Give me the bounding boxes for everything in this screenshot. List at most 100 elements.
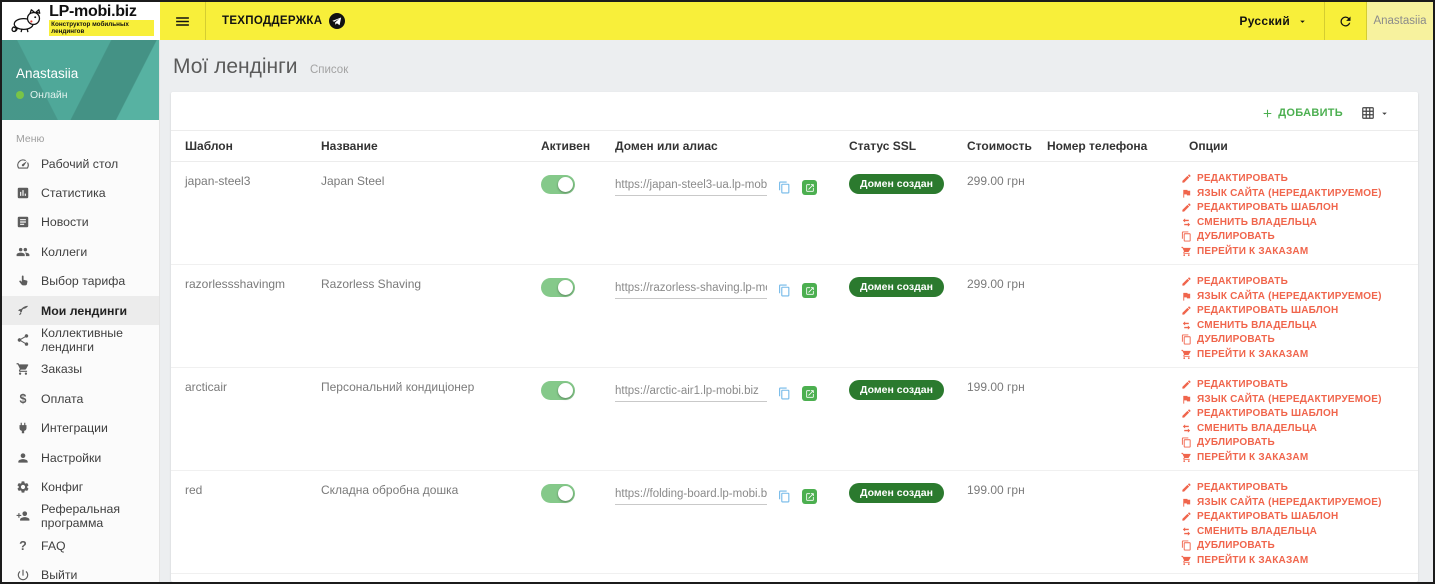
launch-icon (805, 183, 814, 192)
sidebar-item-my-landings[interactable]: Мои лендинги (2, 295, 159, 326)
sidebar-item-colleagues[interactable]: Коллеги (2, 237, 159, 266)
domain-cell (607, 368, 841, 402)
options-cell: РЕДАКТИРОВАТЬ ЯЗЫК САЙТА (НЕРЕДАКТИРУЕМОЕ… (1181, 162, 1410, 257)
phone-cell (1039, 265, 1181, 277)
option-link[interactable]: РЕДАКТИРОВАТЬ (1181, 173, 1410, 184)
template-cell: red (185, 483, 203, 497)
column-header: Домен или алиас (615, 139, 718, 153)
option-link[interactable]: РЕДАКТИРОВАТЬ ШАБЛОН (1181, 408, 1410, 419)
sidebar-item-label: Выбор тарифа (41, 274, 126, 289)
add-landing-button[interactable]: ДОБАВИТЬ (1261, 107, 1343, 120)
domain-input[interactable] (615, 488, 767, 505)
sidebar-item-desktop[interactable]: Рабочий стол (2, 149, 159, 178)
domain-input[interactable] (615, 179, 767, 196)
option-link[interactable]: ЯЗЫК САЙТА (НЕРЕДАКТИРУЕМОЕ) (1181, 291, 1410, 302)
option-link[interactable]: СМЕНИТЬ ВЛАДЕЛЬЦА (1181, 217, 1410, 228)
option-link[interactable]: ПЕРЕЙТИ К ЗАКАЗАМ (1181, 555, 1410, 566)
option-link[interactable]: ПЕРЕЙТИ К ЗАКАЗАМ (1181, 452, 1410, 463)
menu-toggle-button[interactable] (160, 2, 205, 40)
domain-cell (607, 471, 841, 505)
open-landing-button[interactable] (802, 283, 817, 298)
option-link[interactable]: ДУБЛИРОВАТЬ (1181, 231, 1410, 242)
sidebar-item-tariff[interactable]: Выбор тарифа (2, 267, 159, 296)
sidebar-item-label: Коллективные лендинги (41, 326, 123, 355)
sidebar-item-integrations[interactable]: Интеграции (2, 414, 159, 443)
language-dropdown[interactable]: Русский (1223, 2, 1324, 40)
sidebar-item-label: Оплата (41, 391, 84, 406)
option-link[interactable]: СМЕНИТЬ ВЛАДЕЛЬЦА (1181, 526, 1410, 537)
active-toggle[interactable] (541, 484, 575, 503)
support-button[interactable]: ТЕХПОДДЕРЖКА (206, 2, 361, 40)
option-link[interactable]: ДУБЛИРОВАТЬ (1181, 334, 1410, 345)
card-toolbar: ДОБАВИТЬ (171, 92, 1418, 130)
option-link[interactable]: РЕДАКТИРОВАТЬ ШАБЛОН (1181, 305, 1410, 316)
add-landing-label: ДОБАВИТЬ (1278, 107, 1343, 119)
sidebar-item-label: Новости (41, 215, 89, 230)
option-link[interactable]: РЕДАКТИРОВАТЬ ШАБЛОН (1181, 511, 1410, 522)
logo[interactable]: LP-mobi.biz Конструктор мобильных лендин… (2, 2, 160, 40)
copy-domain-button[interactable] (778, 284, 791, 297)
sidebar-item-referral[interactable]: Реферальная программа (2, 502, 159, 531)
refresh-button[interactable] (1325, 2, 1366, 40)
sidebar-item-payment[interactable]: $ Оплата (2, 384, 159, 413)
copy-icon (779, 181, 790, 194)
gears-icon (17, 481, 29, 493)
sidebar-item-label: Интеграции (41, 421, 108, 436)
phone-cell (1039, 471, 1181, 483)
option-link[interactable]: ЯЗЫК САЙТА (НЕРЕДАКТИРУЕМОЕ) (1181, 188, 1410, 199)
sidebar-item-settings[interactable]: Настройки (2, 443, 159, 472)
open-landing-button[interactable] (802, 386, 817, 401)
option-link[interactable]: ЯЗЫК САЙТА (НЕРЕДАКТИРУЕМОЕ) (1181, 497, 1410, 508)
name-cell: Japan Steel (321, 174, 385, 188)
copy-domain-button[interactable] (778, 181, 791, 194)
option-link[interactable]: ЯЗЫК САЙТА (НЕРЕДАКТИРУЕМОЕ) (1181, 394, 1410, 405)
domain-input[interactable] (615, 282, 767, 299)
table-grid-icon (1362, 107, 1374, 119)
name-cell: Складна обробна дошка (321, 483, 459, 497)
option-link[interactable]: СМЕНИТЬ ВЛАДЕЛЬЦА (1181, 320, 1410, 331)
phone-cell (1039, 574, 1181, 582)
option-link[interactable]: РЕДАКТИРОВАТЬ (1181, 276, 1410, 287)
external-link-icon (802, 386, 817, 401)
options-cell: РЕДАКТИРОВАТЬЯЗЫК САЙТА (НЕРЕДАКТИРУЕМОЕ… (1181, 574, 1410, 582)
option-link[interactable]: ПЕРЕЙТИ К ЗАКАЗАМ (1181, 246, 1410, 257)
domain-input[interactable] (615, 385, 767, 402)
option-link[interactable]: ПЕРЕЙТИ К ЗАКАЗАМ (1181, 349, 1410, 360)
open-landing-button[interactable] (802, 489, 817, 504)
option-link[interactable]: ДУБЛИРОВАТЬ (1181, 540, 1410, 551)
active-cell (533, 265, 607, 297)
active-toggle[interactable] (541, 278, 575, 297)
sidebar-item-label: Реферальная программа (41, 502, 121, 531)
ssl-status-cell: Домен создан (841, 574, 959, 582)
active-toggle[interactable] (541, 175, 575, 194)
open-landing-button[interactable] (802, 180, 817, 195)
table-body: japan-steel3 Japan Steel Домен создан 29… (171, 162, 1418, 582)
option-label: ПЕРЕЙТИ К ЗАКАЗАМ (1197, 451, 1309, 463)
sidebar-item-label: Конфиг (41, 479, 84, 494)
sidebar-item-collective-landings[interactable]: Коллективные лендинги (2, 325, 159, 354)
name-cell: Чоловічі кросівки (313, 574, 533, 582)
columns-dropdown-button[interactable] (1361, 106, 1390, 120)
copy-domain-button[interactable] (778, 387, 791, 400)
sidebar-item-orders[interactable]: Заказы (2, 355, 159, 384)
option-link[interactable]: СМЕНИТЬ ВЛАДЕЛЬЦА (1181, 423, 1410, 434)
option-link[interactable]: РЕДАКТИРОВАТЬ (1181, 379, 1410, 390)
active-toggle[interactable] (541, 381, 575, 400)
sidebar-item-config[interactable]: Конфиг (2, 472, 159, 501)
option-link[interactable]: РЕДАКТИРОВАТЬ ШАБЛОН (1181, 202, 1410, 213)
user-menu[interactable]: Anastasiia (1367, 2, 1433, 40)
sidebar-item-statistics[interactable]: Статистика (2, 178, 159, 207)
option-link[interactable]: РЕДАКТИРОВАТЬ (1181, 482, 1410, 493)
sidebar-item-label: Мои лендинги (41, 303, 128, 318)
sidebar-item-faq[interactable]: ? FAQ (2, 531, 159, 560)
dashboard-icon (17, 159, 29, 169)
copy-domain-button[interactable] (778, 490, 791, 503)
column-header: Стоимость (967, 139, 1032, 153)
cart-icon (1181, 452, 1191, 462)
sidebar-item-news[interactable]: Новости (2, 208, 159, 237)
option-link[interactable]: ДУБЛИРОВАТЬ (1181, 437, 1410, 448)
edit-icon (1182, 203, 1191, 212)
ssl-status-badge: Домен создан (849, 483, 944, 503)
sidebar-item-label: Заказы (41, 362, 83, 377)
sidebar-item-logout[interactable]: Выйти (2, 560, 159, 582)
